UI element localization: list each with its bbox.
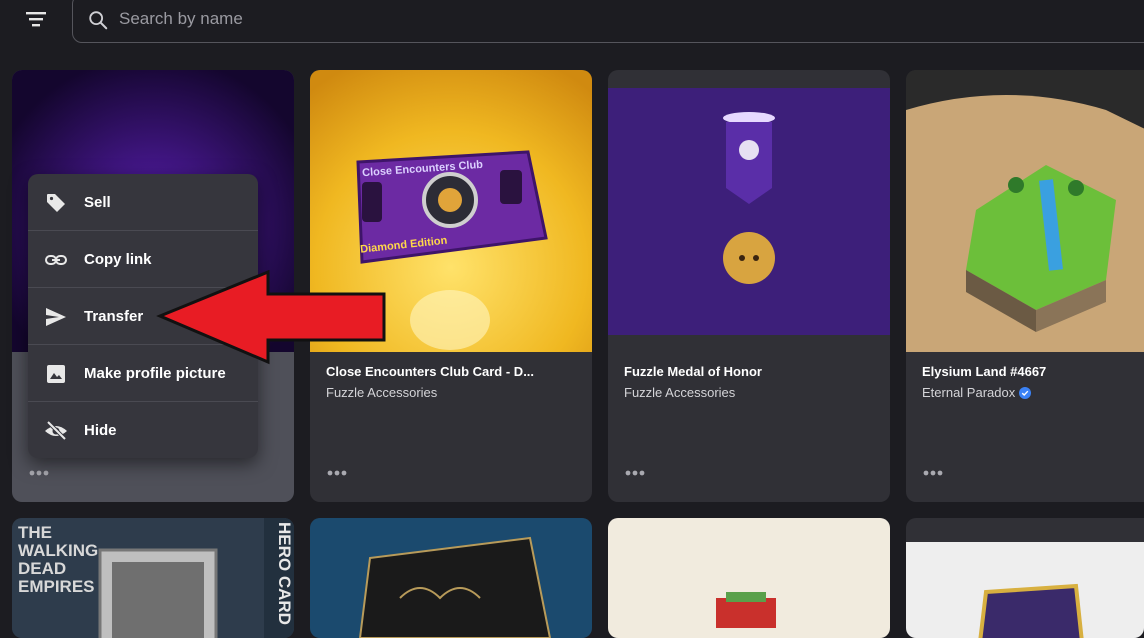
nft-card[interactable] (608, 518, 890, 638)
nft-card[interactable] (906, 518, 1144, 638)
top-bar (0, 0, 1144, 50)
card-collection: Eternal Paradox (922, 385, 1032, 400)
card-art-text: HERO CARD (275, 522, 294, 625)
card-image (608, 518, 890, 638)
nft-card[interactable]: Elysium Land #4667 Eternal Paradox (906, 70, 1144, 502)
card-title: Fuzzle Medal of Honor (624, 364, 762, 379)
more-options-icon[interactable] (324, 468, 350, 478)
search-box[interactable] (72, 0, 1144, 43)
filter-button[interactable] (20, 8, 54, 30)
nft-card[interactable]: Fuzzle Medal of Honor Fuzzle Accessories (608, 70, 890, 502)
link-icon (45, 254, 67, 265)
image-icon (47, 364, 65, 383)
collection-name: Fuzzle Accessories (326, 385, 438, 400)
collection-name: Fuzzle Accessories (624, 385, 736, 400)
annotation-arrow-icon (156, 270, 386, 365)
menu-item-label: Hide (84, 422, 117, 439)
filter-icon (26, 12, 46, 27)
menu-item-label: Copy link (84, 251, 152, 268)
tag-icon (47, 193, 65, 212)
search-input[interactable] (119, 5, 719, 33)
collection-name: Eternal Paradox (922, 385, 1016, 400)
nft-card[interactable] (310, 518, 592, 638)
menu-item-sell[interactable]: Sell (28, 174, 258, 231)
card-image (310, 518, 592, 638)
card-image (608, 88, 890, 335)
more-options-icon[interactable] (26, 468, 52, 478)
menu-item-hide[interactable]: Hide (28, 402, 258, 459)
more-options-icon[interactable] (622, 468, 648, 478)
card-title: Elysium Land #4667 (922, 364, 1047, 379)
send-icon (46, 307, 66, 326)
card-image (906, 70, 1144, 352)
card-collection: Fuzzle Accessories (624, 385, 735, 400)
search-icon (89, 11, 108, 30)
menu-item-label: Sell (84, 194, 111, 211)
eye-off-icon (45, 420, 67, 440)
card-art-text: THE WALKING DEAD EMPIRES (18, 523, 99, 596)
menu-item-label: Transfer (84, 308, 144, 325)
nft-card[interactable]: THE WALKING DEAD EMPIRES HERO CARD (12, 518, 294, 638)
card-collection: Fuzzle Accessories (326, 385, 437, 400)
more-options-icon[interactable] (920, 468, 946, 478)
verified-icon (1019, 386, 1032, 399)
